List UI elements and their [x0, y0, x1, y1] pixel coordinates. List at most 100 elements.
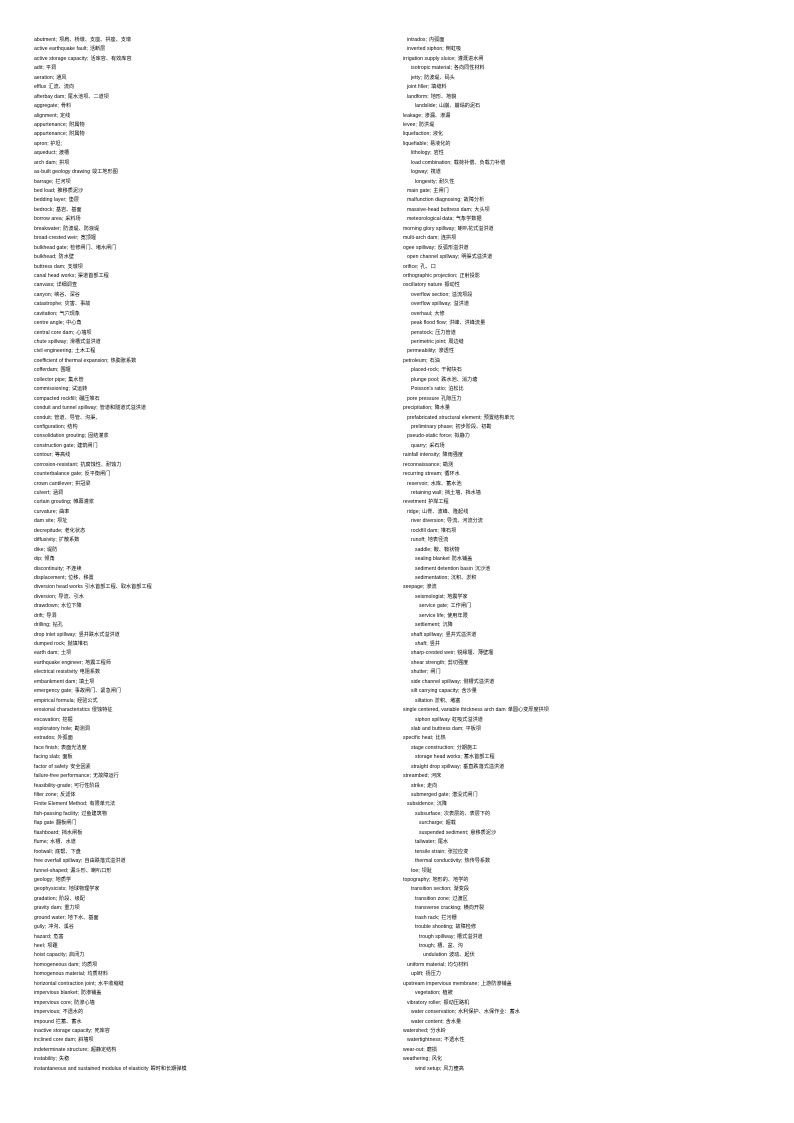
term-chinese: 推移质泥沙 — [57, 188, 84, 194]
term-chinese: 重力坝 — [64, 905, 80, 912]
term-english: reservoir; — [407, 480, 429, 487]
term-chinese: 管道和隧道式溢洪道 — [99, 405, 146, 412]
term-english: tensile strain; — [415, 848, 446, 855]
term-chinese: 倾角 — [44, 556, 55, 563]
term-chinese: 振动压路机 — [443, 999, 470, 1006]
term-english: central core dam; — [34, 329, 75, 336]
glossary-entry: submerged gate; 潜没式闸门 — [403, 791, 766, 800]
term-english: bed load; — [34, 188, 56, 194]
term-english: facing slab; — [34, 754, 61, 761]
term-english: revetment — [403, 499, 427, 506]
glossary-entry: factor of safety 安全因素 — [34, 763, 397, 772]
term-chinese: 地下水、基面 — [67, 914, 99, 921]
term-chinese: 反平衡闸门 — [84, 471, 111, 478]
glossary-entry: borrow area; 采料场 — [34, 215, 397, 224]
glossary-entry: empirical formula; 经验公式 — [34, 697, 397, 706]
term-english: impound — [34, 1018, 54, 1025]
term-english: quarry; — [411, 442, 428, 449]
term-english: bedding layer; — [34, 197, 67, 204]
term-chinese: 液化 — [432, 131, 444, 138]
term-chinese: 渗流 — [426, 584, 437, 591]
glossary-entry: contour; 等高线 — [34, 451, 397, 460]
term-english: diffusivity; — [34, 537, 57, 544]
glossary-entry: runoff; 地表径流 — [403, 536, 766, 545]
glossary-entry: instability; 失稳 — [34, 1055, 397, 1064]
term-chinese: 勘测洞 — [74, 725, 90, 732]
glossary-entry: diversion head works 引水首部工程、取水首部工程 — [34, 583, 397, 592]
glossary-column-right: intrados; 内弧面 inverted siphon; 倒虹吸 irrigatio… — [397, 36, 766, 1074]
term-chinese: 电阻系数 — [79, 669, 101, 676]
term-chinese: 固结灌浆 — [88, 433, 109, 440]
glossary-entry: liquefaction; 液化 — [403, 130, 766, 139]
term-chinese: 载荷补偿、负载力补偿 — [453, 159, 506, 166]
term-chinese: 平板坝 — [465, 725, 482, 732]
glossary-entry: ridge; 山脊、波峰、隆起线 — [403, 508, 766, 517]
glossary-entry: tensile strain; 张拉应变 — [403, 848, 766, 857]
term-english: perimetric joint; — [411, 339, 447, 345]
term-english: retaining wall; — [411, 490, 443, 496]
glossary-entry: penstock; 压力管道 — [403, 329, 766, 338]
glossary-entry: strike; 走向 — [403, 782, 766, 791]
glossary-entry: overhaul; 大修 — [403, 310, 766, 319]
glossary-entry: seepage; 渗流 — [403, 583, 766, 592]
term-chinese: 坝址 — [57, 518, 68, 525]
term-chinese: 分水岭 — [430, 1027, 446, 1034]
term-english: breakwater; — [34, 225, 62, 232]
term-chinese: 石油 — [429, 357, 440, 364]
glossary-entry: efflux 汇流、流向 — [34, 83, 397, 92]
glossary-entry: river diversion; 导流、河流分流 — [403, 517, 766, 526]
glossary-entry: watertightness; 不透水性 — [403, 1036, 766, 1045]
term-chinese: 含水量 — [445, 1018, 462, 1025]
glossary-entry: flume; 水槽、水道 — [34, 838, 397, 847]
term-chinese: 采料场 — [65, 216, 81, 223]
term-chinese: 循环水 — [444, 471, 460, 478]
glossary-entry: collector pipe; 集水管 — [34, 376, 397, 385]
term-chinese: 走向 — [426, 782, 438, 789]
term-chinese: 筏道 — [430, 169, 441, 176]
glossary-entry: cofferdam; 围堰 — [34, 366, 397, 375]
term-english: joint filler; — [407, 84, 430, 91]
glossary-entry: civil engineering; 土木工程 — [34, 347, 397, 356]
glossary-entry: dip; 倾角 — [34, 555, 397, 564]
term-chinese: 反滤体 — [60, 792, 76, 798]
term-chinese: 潜没式闸门 — [451, 792, 478, 798]
term-chinese: 导流、河流分流 — [446, 518, 483, 525]
term-english: liquefaction; — [403, 131, 431, 138]
term-chinese: 侧槽式溢洪道 — [463, 678, 495, 685]
term-chinese: 挡土墙、挡水墙 — [444, 490, 481, 496]
term-english: water content; — [411, 1018, 444, 1025]
glossary-entry: catastrophe; 灾害、事故 — [34, 300, 397, 309]
term-chinese: 连拱坝 — [440, 235, 457, 242]
term-chinese: 水槽、水道 — [50, 839, 76, 846]
term-chinese: 表面光洁度 — [60, 744, 87, 751]
glossary-entry: joint filler; 填缝料 — [403, 83, 766, 92]
glossary-entry: surcharge; 超载 — [403, 819, 766, 828]
term-english: overhaul; — [411, 310, 433, 317]
glossary-entry: topography; 地形的、地学的 — [403, 876, 766, 885]
term-chinese: 骨料 — [60, 103, 72, 110]
term-english: Poisson's ratio; — [411, 386, 447, 393]
term-english: logway; — [411, 169, 429, 176]
term-chinese: 扬压力 — [425, 971, 441, 978]
term-english: discontinuity; — [34, 565, 65, 572]
term-english: crown cantilever; — [34, 480, 74, 487]
glossary-entry: transverse cracking; 横向开裂 — [403, 904, 766, 913]
glossary-entry: side channel spillway; 侧槽式溢洪道 — [403, 678, 766, 687]
term-chinese: 填土坝 — [78, 678, 95, 685]
glossary-entry: facing slab; 面板 — [34, 753, 397, 762]
term-chinese: 勘测 — [442, 461, 454, 468]
glossary-entry: drilling; 钻孔 — [34, 621, 397, 630]
term-english: feasibility-grade; — [34, 782, 72, 789]
term-english: hazard; — [34, 933, 52, 940]
glossary-entry: retaining wall; 挡土墙、挡水墙 — [403, 489, 766, 498]
term-english: penstock; — [411, 329, 434, 336]
term-chinese: 尾水池坝、二道坝 — [67, 93, 109, 100]
term-chinese: 峡谷、深谷 — [54, 291, 80, 298]
glossary-entry: shaft spillway; 竖井式溢洪道 — [403, 631, 766, 640]
glossary-entry: displacement; 位移、移置 — [34, 574, 397, 583]
term-chinese: 分期施工 — [456, 744, 478, 751]
term-chinese: 拦污栅 — [441, 914, 457, 921]
glossary-entry: reconnaissance; 勘测 — [403, 461, 766, 470]
term-chinese: 拟静力 — [454, 433, 470, 440]
glossary-entry: active earthquake fault; 活断层 — [34, 45, 397, 54]
